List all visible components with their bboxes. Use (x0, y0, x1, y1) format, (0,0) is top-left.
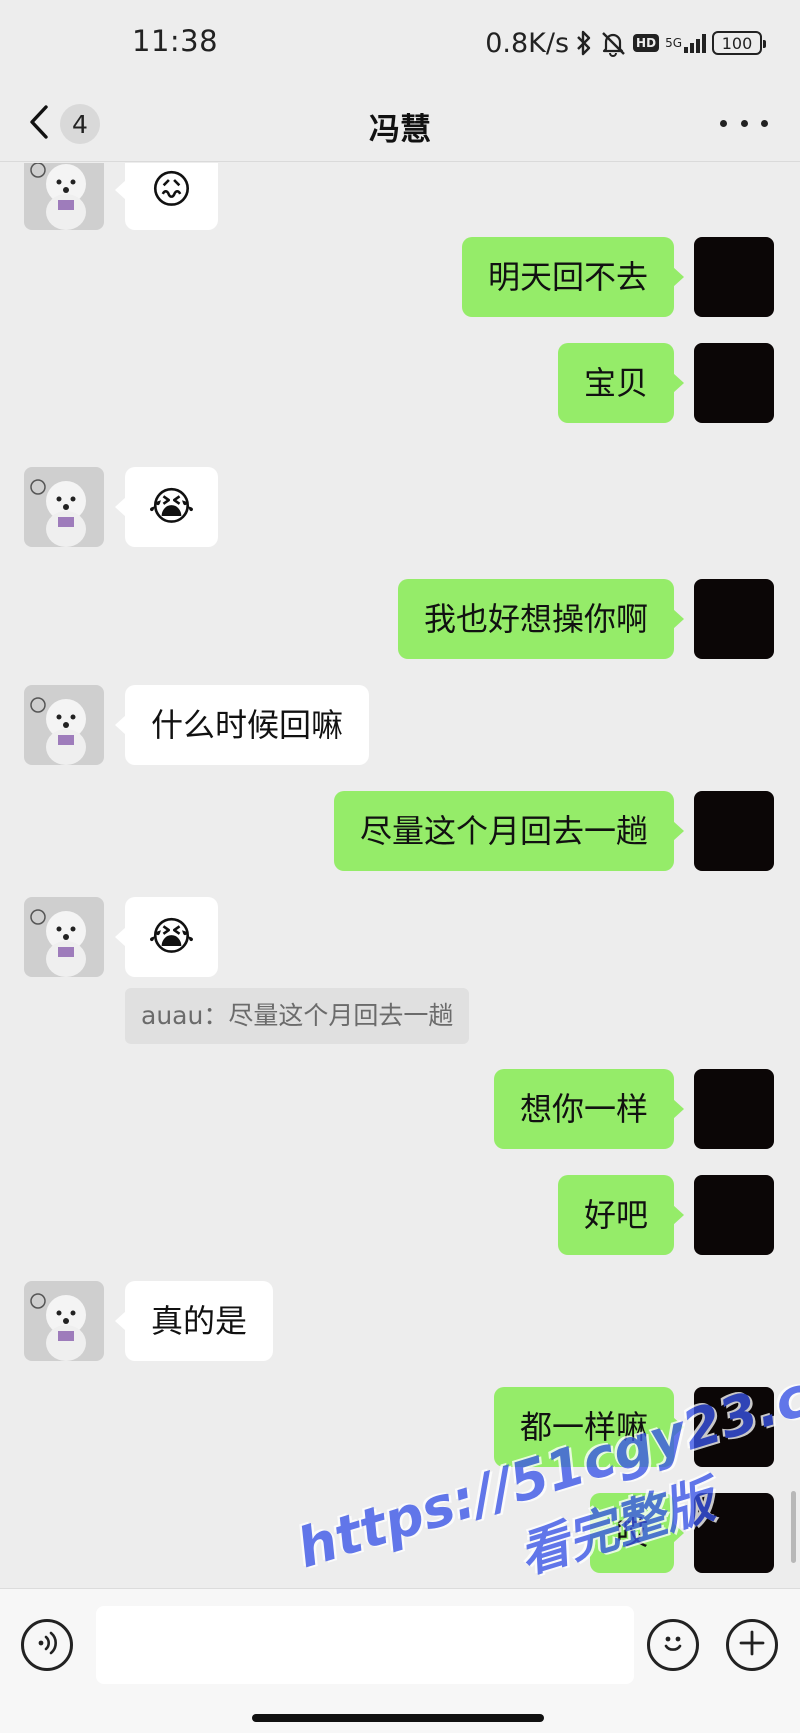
message-bubble-sent[interactable]: 宝贝 (557, 343, 685, 423)
hd-icon: HD (633, 34, 660, 52)
plus-icon (737, 1628, 767, 1662)
message-bubble-received[interactable]: 真的是 (114, 1281, 274, 1361)
dot (740, 119, 748, 127)
status-icons: 0.8K/s HD 5G 100 (485, 26, 766, 60)
message-bubble-received[interactable]: 😭 (115, 467, 218, 547)
message-bubble-sent[interactable]: 明天回不去 (461, 237, 685, 317)
contact-avatar[interactable] (24, 1281, 104, 1361)
emoji-button[interactable] (647, 1619, 699, 1671)
message-input[interactable] (96, 1606, 634, 1684)
my-avatar[interactable] (694, 343, 774, 423)
chat-title: 冯慧 (369, 112, 431, 148)
message-bubble-received[interactable]: 😖 (115, 163, 218, 230)
bluetooth-icon (575, 29, 593, 57)
voice-button[interactable] (21, 1619, 73, 1671)
more-options-button[interactable] (720, 108, 768, 138)
my-avatar[interactable] (694, 1069, 774, 1149)
battery-level: 100 (721, 33, 753, 53)
my-avatar[interactable] (694, 579, 774, 659)
signal-bars (684, 33, 706, 53)
contact-avatar[interactable] (24, 163, 104, 230)
message-list[interactable]: 😖 明天回不去 宝贝 😭 我也好想操你啊 什么时候回嘛 尽量这个月回去一趟 😭 … (0, 163, 800, 1588)
contact-avatar[interactable] (24, 467, 104, 547)
input-bar (0, 1588, 800, 1733)
home-indicator (252, 1714, 544, 1722)
message-bubble-sent[interactable]: 我也好想操你啊 (397, 579, 685, 659)
status-time: 11:38 (132, 24, 219, 58)
more-functions-button[interactable] (726, 1619, 778, 1671)
contact-avatar[interactable] (24, 897, 104, 977)
message-bubble-sent[interactable]: 都一样嘛 (493, 1387, 685, 1467)
scrollbar[interactable] (791, 1491, 796, 1563)
signal-icon: 5G (665, 33, 706, 53)
voice-icon (32, 1628, 62, 1662)
dot (720, 119, 727, 127)
contact-avatar[interactable] (24, 685, 104, 765)
battery-icon: 100 (712, 31, 766, 55)
my-avatar[interactable] (694, 791, 774, 871)
net-speed: 0.8K/s (485, 27, 570, 59)
emoji-icon (658, 1628, 688, 1662)
message-bubble-sent[interactable]: 尽量这个月回去一趟 (333, 791, 685, 871)
message-bubble-sent[interactable]: 哎 (589, 1493, 685, 1573)
status-bar: 11:38 0.8K/s HD 5G 100 (0, 0, 800, 86)
my-avatar[interactable] (694, 1493, 774, 1573)
message-bubble-sent[interactable]: 想你一样 (493, 1069, 685, 1149)
message-bubble-received[interactable]: 什么时候回嘛 (114, 685, 370, 765)
quoted-message[interactable]: auau：尽量这个月回去一趟 (125, 988, 470, 1044)
my-avatar[interactable] (694, 1175, 774, 1255)
my-avatar[interactable] (694, 237, 774, 317)
chat-header: 4 冯慧 (0, 86, 800, 162)
message-bubble-received[interactable]: 😭 (115, 897, 218, 977)
dot (761, 119, 768, 127)
network-type: 5G (665, 36, 682, 50)
message-bubble-sent[interactable]: 好吧 (557, 1175, 685, 1255)
my-avatar[interactable] (694, 1387, 774, 1467)
mute-bell-icon (599, 29, 627, 57)
